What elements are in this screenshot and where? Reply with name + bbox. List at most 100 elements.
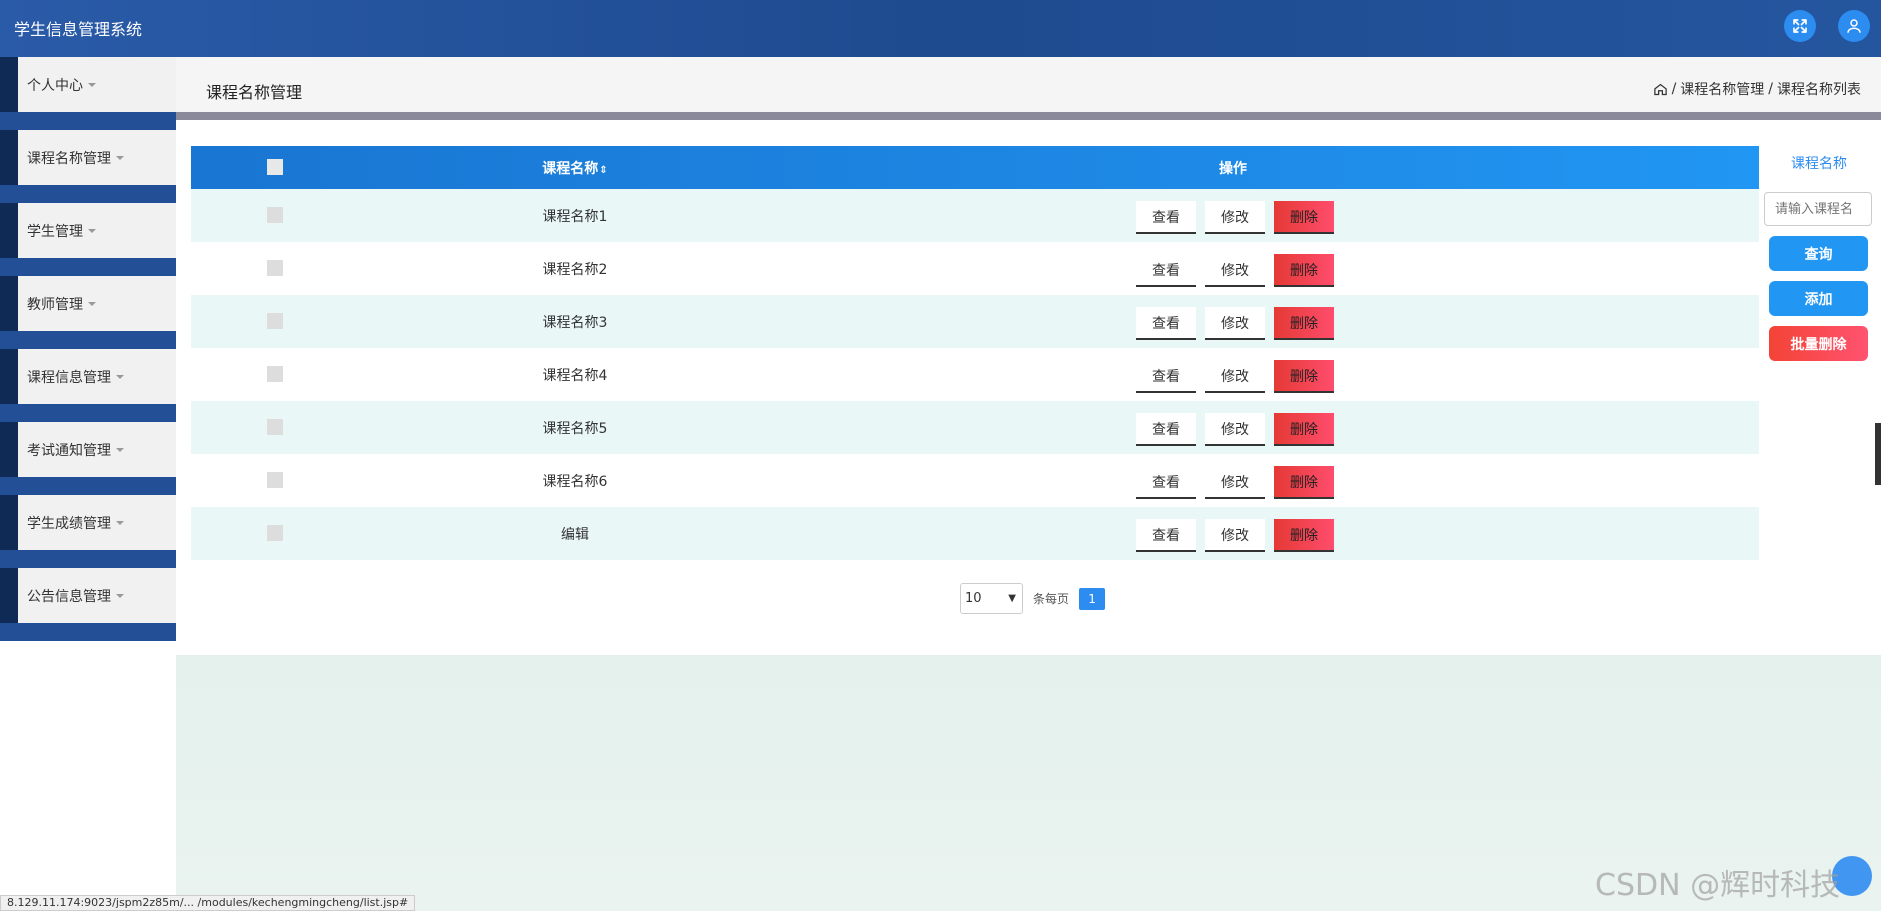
- select-all-checkbox[interactable]: [267, 159, 283, 175]
- table-row: 课程名称6 查看 修改 删除: [191, 454, 1759, 507]
- course-name-cell: 课程名称5: [542, 421, 608, 437]
- sidebar: 个人中心 课程名称管理 学生管理 教师管理 课程信息管理 考试通知管理 学生成绩…: [0, 57, 176, 641]
- sidebar-item-label: 学生管理: [27, 223, 83, 240]
- sidebar-item-teachers[interactable]: 教师管理: [0, 276, 176, 349]
- sidebar-item-label: 公告信息管理: [27, 588, 111, 605]
- table-row: 课程名称2 查看 修改 删除: [191, 242, 1759, 295]
- search-input[interactable]: [1764, 192, 1872, 226]
- view-button[interactable]: 查看: [1136, 466, 1196, 499]
- sort-icon[interactable]: ⇕: [599, 165, 607, 176]
- caret-down-icon: [88, 301, 96, 306]
- column-header-actions: 操作: [1219, 161, 1247, 177]
- header-divider: [176, 112, 1881, 120]
- sidebar-item-label: 个人中心: [27, 77, 83, 94]
- course-name-cell: 课程名称3: [542, 315, 608, 331]
- page-title: 课程名称管理: [206, 83, 303, 102]
- sidebar-item-exam-notice[interactable]: 考试通知管理: [0, 422, 176, 495]
- edit-button[interactable]: 修改: [1205, 201, 1265, 234]
- caret-down-icon: [116, 520, 124, 525]
- view-button[interactable]: 查看: [1136, 413, 1196, 446]
- view-button[interactable]: 查看: [1136, 254, 1196, 287]
- table-row: 编辑 查看 修改 删除: [191, 507, 1759, 560]
- content-header: 课程名称管理 / 课程名称管理 / 课程名称列表: [176, 57, 1881, 112]
- fullscreen-button[interactable]: [1784, 10, 1816, 42]
- delete-button[interactable]: 删除: [1274, 307, 1334, 340]
- edit-button[interactable]: 修改: [1205, 519, 1265, 552]
- caret-down-icon: [88, 228, 96, 233]
- course-name-cell: 课程名称4: [542, 368, 608, 384]
- row-checkbox[interactable]: [267, 366, 283, 382]
- table-row: 课程名称5 查看 修改 删除: [191, 401, 1759, 454]
- breadcrumb-separator: /: [1671, 81, 1677, 97]
- top-bar: 学生信息管理系统: [0, 0, 1881, 57]
- sidebar-item-label: 考试通知管理: [27, 442, 111, 459]
- per-page-label: 条每页: [1033, 592, 1070, 606]
- page-size-select[interactable]: 10 ▼: [960, 583, 1023, 614]
- sidebar-item-grades[interactable]: 学生成绩管理: [0, 495, 176, 568]
- table-row: 课程名称3 查看 修改 删除: [191, 295, 1759, 348]
- sidebar-item-label: 教师管理: [27, 296, 83, 313]
- view-button[interactable]: 查看: [1136, 201, 1196, 234]
- batch-delete-button[interactable]: 批量删除: [1769, 326, 1868, 361]
- row-checkbox[interactable]: [267, 207, 283, 223]
- edit-button[interactable]: 修改: [1205, 254, 1265, 287]
- sidebar-item-course-info[interactable]: 课程信息管理: [0, 349, 176, 422]
- delete-button[interactable]: 删除: [1274, 519, 1334, 552]
- row-checkbox[interactable]: [267, 472, 283, 488]
- table-row: 课程名称1 查看 修改 删除: [191, 189, 1759, 242]
- row-checkbox[interactable]: [267, 260, 283, 276]
- edit-button[interactable]: 修改: [1205, 307, 1265, 340]
- edit-button[interactable]: 修改: [1205, 360, 1265, 393]
- pagination: 10 ▼ 条每页 1: [960, 583, 1106, 614]
- caret-down-icon: [116, 155, 124, 160]
- breadcrumb: / 课程名称管理 / 课程名称列表: [1653, 79, 1861, 99]
- sidebar-item-course-name[interactable]: 课程名称管理: [0, 130, 176, 203]
- caret-down-icon: [88, 82, 96, 87]
- caret-down-icon: [116, 374, 124, 379]
- column-header-name[interactable]: 课程名称⇕: [535, 158, 615, 178]
- breadcrumb-separator: /: [1768, 81, 1773, 97]
- delete-button[interactable]: 删除: [1274, 413, 1334, 446]
- row-checkbox[interactable]: [267, 313, 283, 329]
- delete-button[interactable]: 删除: [1274, 466, 1334, 499]
- sidebar-item-students[interactable]: 学生管理: [0, 203, 176, 276]
- course-name-cell: 编辑: [561, 527, 589, 543]
- search-label: 课程名称: [1791, 156, 1847, 172]
- edit-button[interactable]: 修改: [1205, 413, 1265, 446]
- row-checkbox[interactable]: [267, 525, 283, 541]
- delete-button[interactable]: 删除: [1274, 254, 1334, 287]
- course-name-cell: 课程名称1: [542, 209, 608, 225]
- add-button[interactable]: 添加: [1769, 281, 1868, 316]
- row-checkbox[interactable]: [267, 419, 283, 435]
- edit-button[interactable]: 修改: [1205, 466, 1265, 499]
- breadcrumb-level1[interactable]: 课程名称管理: [1680, 79, 1764, 99]
- view-button[interactable]: 查看: [1136, 360, 1196, 393]
- app-title: 学生信息管理系统: [14, 20, 143, 39]
- watermark: CSDN @辉时科技: [1595, 868, 1841, 903]
- course-name-cell: 课程名称2: [542, 262, 608, 278]
- expand-arrows-icon: [1793, 19, 1807, 33]
- sidebar-item-label: 课程名称管理: [27, 150, 111, 167]
- course-name-cell: 课程名称6: [542, 474, 608, 490]
- table-header: 课程名称⇕ 操作: [191, 146, 1759, 189]
- scrollbar-handle[interactable]: [1875, 423, 1881, 485]
- query-button[interactable]: 查询: [1769, 236, 1868, 271]
- breadcrumb-level2: 课程名称列表: [1777, 82, 1861, 98]
- caret-down-icon: [116, 593, 124, 598]
- sidebar-item-personal-center[interactable]: 个人中心: [0, 57, 176, 130]
- caret-down-icon: [116, 447, 124, 452]
- chevron-down-icon: ▼: [1008, 593, 1016, 604]
- delete-button[interactable]: 删除: [1274, 360, 1334, 393]
- view-button[interactable]: 查看: [1136, 307, 1196, 340]
- status-bar-url: 8.129.11.174:9023/jspm2z85m/... /modules…: [0, 895, 416, 911]
- sidebar-item-announcements[interactable]: 公告信息管理: [0, 568, 176, 641]
- course-name-table: 课程名称⇕ 操作 课程名称1 查看 修改 删除 课程名称2 查看 修改 删除 课…: [191, 146, 1759, 560]
- delete-button[interactable]: 删除: [1274, 201, 1334, 234]
- table-row: 课程名称4 查看 修改 删除: [191, 348, 1759, 401]
- home-icon[interactable]: [1653, 82, 1668, 97]
- view-button[interactable]: 查看: [1136, 519, 1196, 552]
- user-menu-button[interactable]: [1838, 10, 1870, 42]
- user-icon: [1847, 19, 1861, 33]
- page-number-button[interactable]: 1: [1079, 587, 1106, 610]
- sidebar-item-label: 学生成绩管理: [27, 515, 111, 532]
